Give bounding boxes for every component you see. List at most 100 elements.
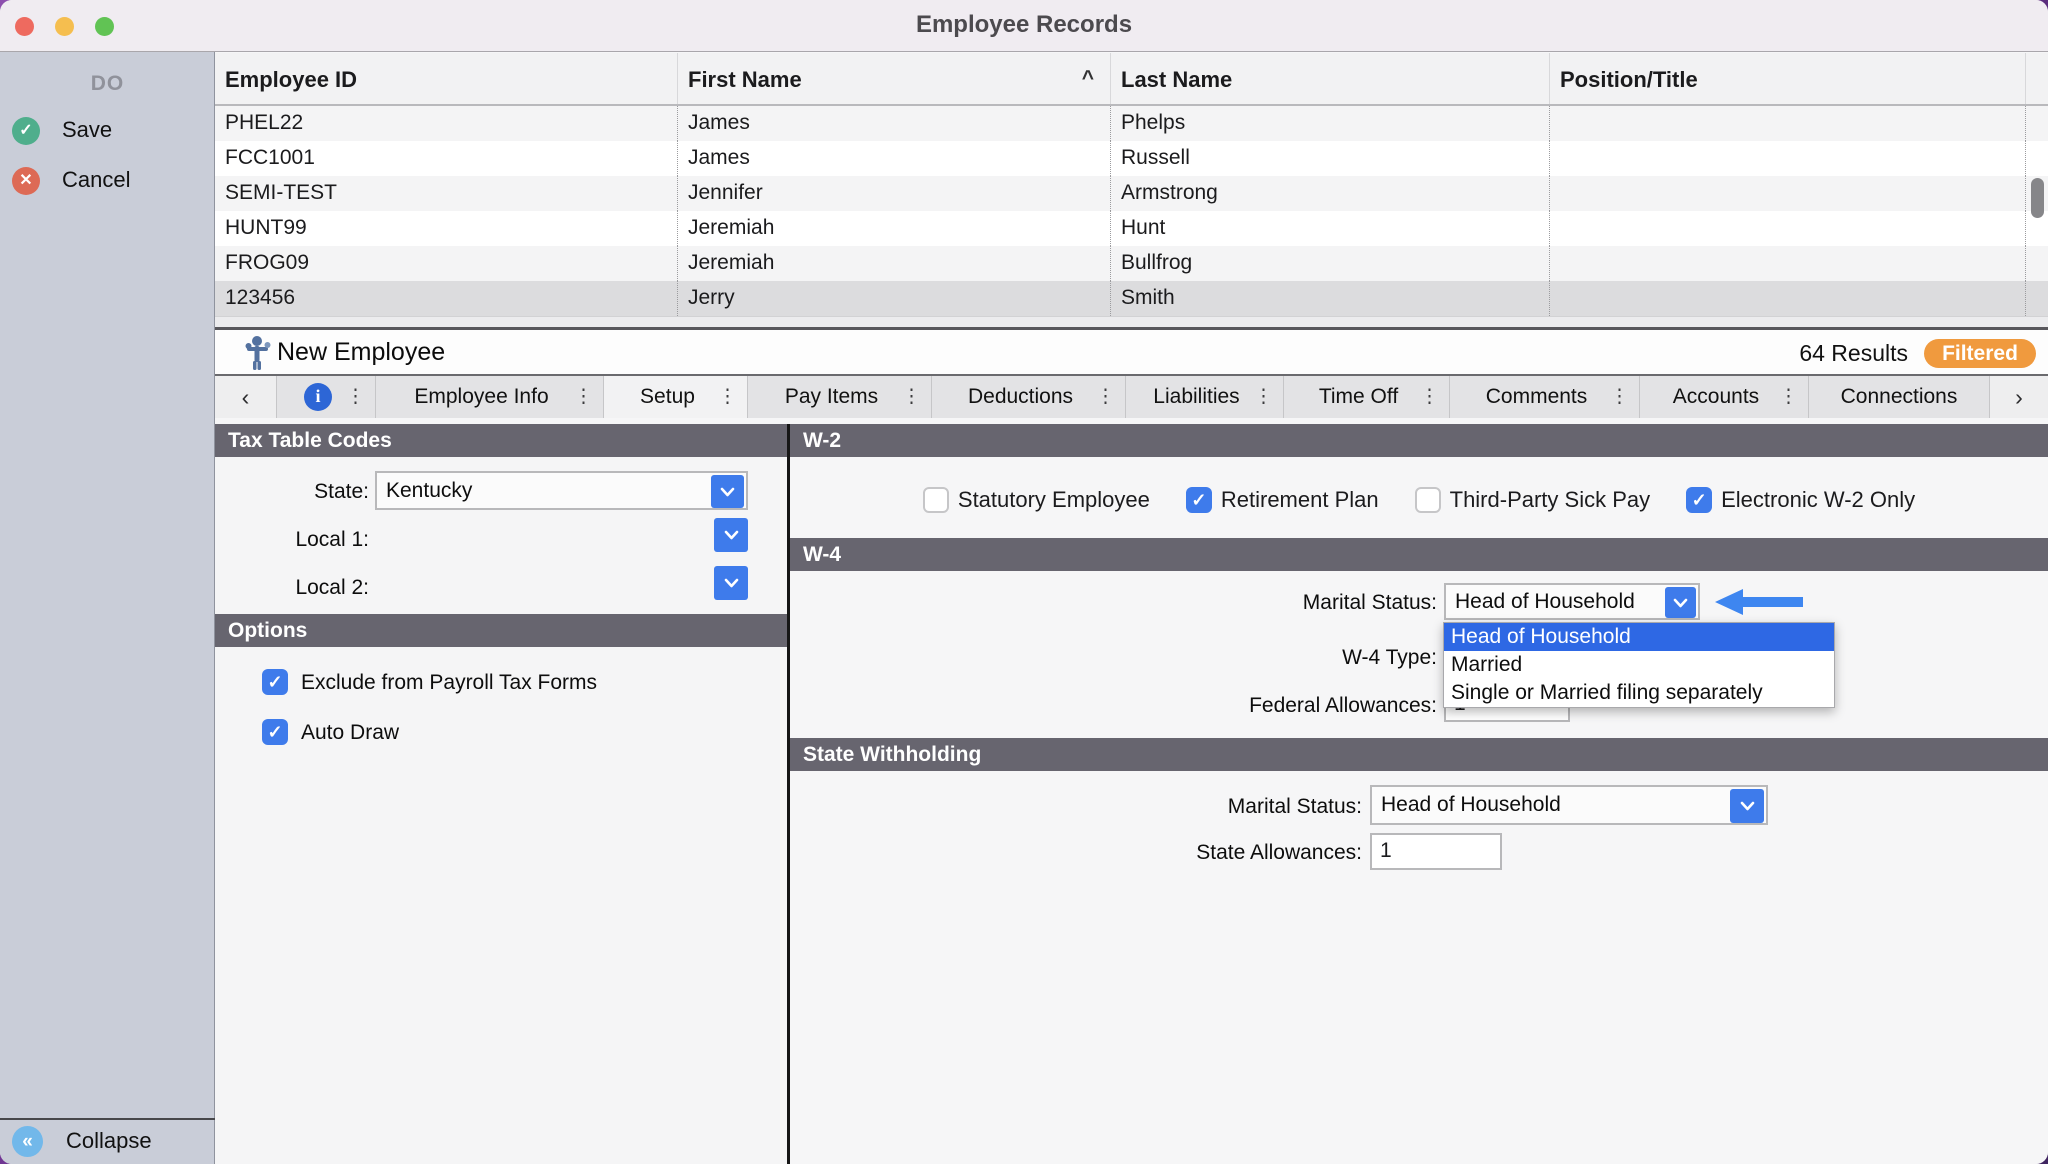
collapse-sidebar-button[interactable]: « Collapse xyxy=(0,1124,215,1156)
column-header-employee-id[interactable]: Employee ID xyxy=(215,53,678,104)
filtered-badge[interactable]: Filtered xyxy=(1924,339,2036,368)
tab-label: Accounts xyxy=(1673,385,1759,409)
third-party-sick-pay-label: Third-Party Sick Pay xyxy=(1450,487,1651,513)
save-button[interactable]: ✓ Save xyxy=(0,115,215,147)
check-icon: ✓ xyxy=(12,117,40,145)
state-dropdown-button[interactable] xyxy=(711,475,744,508)
cell-last-name: Russell xyxy=(1111,141,1550,176)
chevron-down-icon xyxy=(1740,801,1755,811)
sidebar-header: DO xyxy=(0,72,215,96)
tab-pay-items[interactable]: Pay Items ⋮ xyxy=(748,376,932,418)
column-header-first-name-label: First Name xyxy=(688,67,802,92)
statutory-employee-option: Statutory Employee xyxy=(923,487,1150,513)
electronic-w2-checkbox[interactable]: ✓ xyxy=(1686,487,1712,513)
local2-dropdown-button[interactable] xyxy=(714,566,748,600)
sw-marital-status-combobox[interactable]: Head of Household xyxy=(1370,785,1768,825)
tab-menu-icon[interactable]: ⋮ xyxy=(574,386,593,409)
retirement-plan-option: ✓ Retirement Plan xyxy=(1186,487,1379,513)
tab-connections[interactable]: Connections xyxy=(1809,376,1990,418)
cell-employee-id: PHEL22 xyxy=(215,106,678,141)
w4-type-label: W-4 Type: xyxy=(1342,646,1437,670)
annotation-arrow-icon xyxy=(1715,588,1803,616)
table-row[interactable]: FROG09 Jeremiah Bullfrog xyxy=(215,246,2048,281)
tab-menu-icon[interactable]: ⋮ xyxy=(346,386,365,409)
statutory-employee-checkbox[interactable] xyxy=(923,487,949,513)
cancel-button[interactable]: ✕ Cancel xyxy=(0,165,215,197)
sw-marital-status-value: Head of Household xyxy=(1381,793,1561,817)
column-header-last-name[interactable]: Last Name xyxy=(1111,53,1550,104)
cell-last-name: Smith xyxy=(1111,281,1550,316)
tax-options-panel: Tax Table Codes State: Kentucky Local 1:… xyxy=(215,424,787,1164)
tab-menu-icon[interactable]: ⋮ xyxy=(1610,386,1629,409)
tab-time-off[interactable]: Time Off ⋮ xyxy=(1284,376,1450,418)
column-header-first-name[interactable]: First Name ^ xyxy=(678,53,1111,104)
chevron-down-icon xyxy=(724,578,739,588)
cell-first-name: James xyxy=(678,141,1111,176)
cell-position xyxy=(1550,141,2026,176)
tab-employee-info[interactable]: Employee Info ⋮ xyxy=(376,376,604,418)
dropdown-option-head-of-household[interactable]: Head of Household xyxy=(1444,623,1834,651)
table-row[interactable]: PHEL22 James Phelps xyxy=(215,106,2048,141)
tab-liabilities[interactable]: Liabilities ⋮ xyxy=(1126,376,1284,418)
cell-first-name: Jeremiah xyxy=(678,246,1111,281)
tab-menu-icon[interactable]: ⋮ xyxy=(1096,386,1115,409)
retirement-plan-label: Retirement Plan xyxy=(1221,487,1379,513)
state-combobox[interactable]: Kentucky xyxy=(375,471,748,510)
cell-employee-id: 123456 xyxy=(215,281,678,316)
w4-marital-status-value: Head of Household xyxy=(1455,590,1635,614)
state-allowances-field[interactable]: 1 xyxy=(1370,833,1502,870)
tab-info[interactable]: i ⋮ xyxy=(277,376,376,418)
retirement-plan-checkbox[interactable]: ✓ xyxy=(1186,487,1212,513)
withholding-panel: W-2 Statutory Employee ✓ Retirement Plan… xyxy=(790,424,2048,1164)
section-header-w4: W-4 xyxy=(790,538,2048,571)
local1-dropdown-button[interactable] xyxy=(714,518,748,552)
cell-last-name: Phelps xyxy=(1111,106,1550,141)
sidebar-divider xyxy=(0,1118,215,1120)
info-icon: i xyxy=(304,383,332,411)
vertical-scrollbar-thumb[interactable] xyxy=(2031,178,2044,218)
sw-marital-dropdown-button[interactable] xyxy=(1730,789,1764,823)
cell-employee-id: FCC1001 xyxy=(215,141,678,176)
w4-marital-status-combobox[interactable]: Head of Household xyxy=(1444,583,1700,620)
w4-marital-dropdown-button[interactable] xyxy=(1665,587,1696,618)
record-header-bar: New Employee 64 Results Filtered xyxy=(215,330,2048,376)
electronic-w2-label: Electronic W-2 Only xyxy=(1721,487,1915,513)
chevron-down-icon xyxy=(1673,598,1688,608)
tab-label: Pay Items xyxy=(785,385,878,409)
column-header-position[interactable]: Position/Title xyxy=(1550,53,2026,104)
close-icon: ✕ xyxy=(12,167,40,195)
exclude-payroll-checkbox[interactable]: ✓ xyxy=(262,669,288,695)
federal-allowances-label: Federal Allowances: xyxy=(1249,694,1437,718)
tab-scroll-right-button[interactable]: › xyxy=(1990,376,2048,418)
third-party-sick-pay-option: Third-Party Sick Pay xyxy=(1415,487,1651,513)
third-party-sick-pay-checkbox[interactable] xyxy=(1415,487,1441,513)
table-row[interactable]: FCC1001 James Russell xyxy=(215,141,2048,176)
cell-position xyxy=(1550,106,2026,141)
cell-position xyxy=(1550,211,2026,246)
tab-menu-icon[interactable]: ⋮ xyxy=(1254,386,1273,409)
tab-deductions[interactable]: Deductions ⋮ xyxy=(932,376,1126,418)
tab-setup[interactable]: Setup ⋮ xyxy=(604,376,748,418)
tab-menu-icon[interactable]: ⋮ xyxy=(1779,386,1798,409)
tab-accounts[interactable]: Accounts ⋮ xyxy=(1640,376,1809,418)
table-row-selected[interactable]: 123456 Jerry Smith xyxy=(215,281,2048,316)
table-row[interactable]: SEMI-TEST Jennifer Armstrong xyxy=(215,176,2048,211)
horizontal-scrollbar-track[interactable] xyxy=(215,316,2048,327)
tab-menu-icon[interactable]: ⋮ xyxy=(902,386,921,409)
marital-status-dropdown-list: Head of Household Married Single or Marr… xyxy=(1443,622,1835,708)
tab-menu-icon[interactable]: ⋮ xyxy=(718,386,737,409)
dropdown-option-married[interactable]: Married xyxy=(1444,651,1834,679)
tab-menu-icon[interactable]: ⋮ xyxy=(1420,386,1439,409)
tab-label: Comments xyxy=(1486,385,1588,409)
section-header-w2: W-2 xyxy=(790,424,2048,457)
dropdown-option-single[interactable]: Single or Married filing separately xyxy=(1444,679,1834,707)
tab-scroll-left-button[interactable]: ‹ xyxy=(215,376,277,418)
tab-comments[interactable]: Comments ⋮ xyxy=(1450,376,1640,418)
cell-first-name: Jerry xyxy=(678,281,1111,316)
window-title: Employee Records xyxy=(0,11,2048,39)
action-sidebar: DO ✓ Save ✕ Cancel « Collapse xyxy=(0,52,215,1164)
cell-first-name: Jennifer xyxy=(678,176,1111,211)
table-row[interactable]: HUNT99 Jeremiah Hunt xyxy=(215,211,2048,246)
auto-draw-checkbox[interactable]: ✓ xyxy=(262,719,288,745)
table-header-row: Employee ID First Name ^ Last Name Posit… xyxy=(215,53,2048,106)
